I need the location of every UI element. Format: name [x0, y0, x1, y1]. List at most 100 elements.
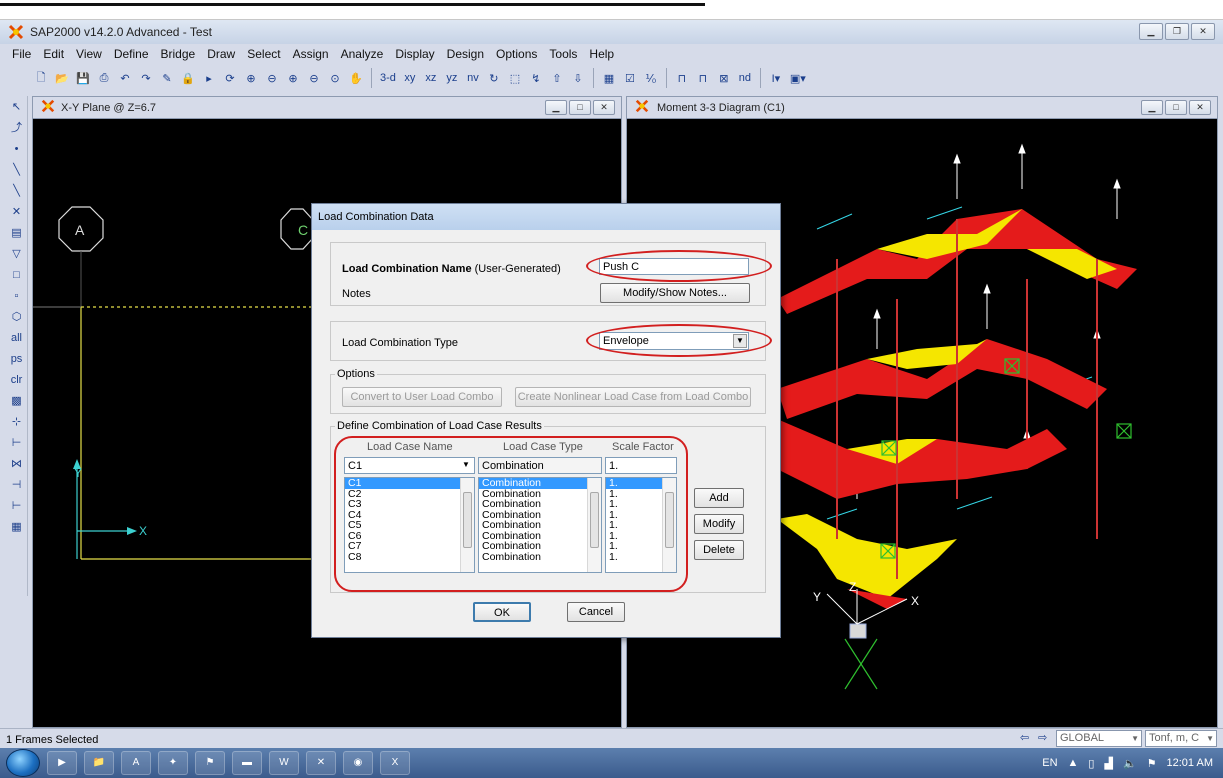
left-vp-minimize-button[interactable]: ▁: [545, 100, 567, 115]
coordinate-system-select[interactable]: GLOBAL ▼: [1056, 730, 1142, 747]
down-arrow-icon[interactable]: ⇩: [569, 68, 587, 88]
save-icon[interactable]: 💾: [74, 68, 92, 88]
battery-icon[interactable]: ▯: [1088, 757, 1094, 770]
menu-draw[interactable]: Draw: [201, 47, 241, 61]
zoom-restore-icon[interactable]: ⊖: [263, 68, 281, 88]
load-case-dropdown-icon[interactable]: ▼: [459, 459, 473, 473]
cancel-button[interactable]: Cancel: [567, 602, 625, 622]
app-icon-1[interactable]: A: [121, 751, 151, 775]
clear-selection-icon[interactable]: clr: [8, 371, 26, 389]
redo-icon[interactable]: ↷: [137, 68, 155, 88]
load-case-name-list[interactable]: C1 C2 C3 C4 C5 C6 C7 C8: [344, 477, 475, 573]
list-item[interactable]: C1: [345, 478, 474, 489]
list-item[interactable]: Combination: [479, 541, 601, 552]
menu-select[interactable]: Select: [241, 47, 286, 61]
list-scrollbar[interactable]: [587, 478, 601, 572]
right-vp-close-button[interactable]: ✕: [1189, 100, 1211, 115]
list-item[interactable]: Combination: [479, 520, 601, 531]
snap-end-icon[interactable]: ⊢: [8, 434, 26, 452]
menu-help[interactable]: Help: [583, 47, 620, 61]
app-icon-3[interactable]: ▬: [232, 751, 262, 775]
list-item[interactable]: Combination: [479, 551, 601, 563]
list-item[interactable]: C2: [345, 488, 474, 500]
zoom-out-icon[interactable]: ⊖: [305, 68, 323, 88]
quick-frame-icon[interactable]: ╲: [8, 182, 26, 200]
combination-name-input[interactable]: Push C: [599, 258, 749, 275]
rotate-icon[interactable]: ↻: [485, 68, 503, 88]
sap2000-task-icon[interactable]: ✕: [306, 751, 336, 775]
menu-bridge[interactable]: Bridge: [155, 47, 202, 61]
menu-analyze[interactable]: Analyze: [335, 47, 390, 61]
left-vp-close-button[interactable]: ✕: [593, 100, 615, 115]
load-case-type-list[interactable]: Combination Combination Combination Comb…: [478, 477, 602, 573]
coord-dropdown-icon[interactable]: ▼: [1131, 731, 1139, 746]
zoom-in-icon[interactable]: ⊕: [284, 68, 302, 88]
ok-button[interactable]: OK: [473, 602, 531, 622]
check-icon[interactable]: ☑: [621, 68, 639, 88]
scale-factor-input[interactable]: 1.: [605, 457, 677, 474]
list-item[interactable]: Combination: [479, 478, 601, 489]
create-nonlinear-case-button[interactable]: Create Nonlinear Load Case from Load Com…: [515, 387, 751, 407]
snap-mid-icon[interactable]: ⋈: [8, 455, 26, 473]
view-xz-button[interactable]: xz: [422, 68, 440, 88]
arrow-right-icon[interactable]: ⇨: [1038, 731, 1047, 744]
menu-view[interactable]: View: [70, 47, 108, 61]
snap-line-icon[interactable]: ⊢: [8, 497, 26, 515]
pdf-icon[interactable]: ⚑: [195, 751, 225, 775]
load-case-name-select[interactable]: C1 ▼: [344, 457, 475, 474]
grid-icon[interactable]: ▤: [8, 224, 26, 242]
list-item[interactable]: C8: [345, 551, 474, 563]
list-item[interactable]: C6: [345, 530, 474, 542]
right-vp-minimize-button[interactable]: ▁: [1141, 100, 1163, 115]
right-vp-maximize-button[interactable]: □: [1165, 100, 1187, 115]
pointer-icon[interactable]: ↖: [8, 98, 26, 116]
snap-grid-icon[interactable]: ▦: [8, 518, 26, 536]
rect-area-icon[interactable]: □: [8, 266, 26, 284]
undo-icon[interactable]: ↶: [116, 68, 134, 88]
perspective-icon[interactable]: ⬚: [506, 68, 524, 88]
shrink-icon[interactable]: ↯: [527, 68, 545, 88]
modify-button[interactable]: Modify: [694, 514, 744, 534]
up-arrow-icon[interactable]: ⇧: [548, 68, 566, 88]
units-select[interactable]: Tonf, m, C ▼: [1145, 730, 1217, 747]
menu-edit[interactable]: Edit: [37, 47, 70, 61]
arrow-left-icon[interactable]: ⇦: [1020, 731, 1029, 744]
add-button[interactable]: Add: [694, 488, 744, 508]
flag-icon[interactable]: ⚑: [1147, 757, 1157, 770]
close-button[interactable]: ✕: [1191, 23, 1215, 40]
truss-icon[interactable]: ⊠: [715, 68, 733, 88]
select-all-icon[interactable]: all: [8, 329, 26, 347]
pan-icon[interactable]: ✋: [347, 68, 365, 88]
zoom-all-icon[interactable]: ⊙: [326, 68, 344, 88]
app-icon-2[interactable]: ✦: [158, 751, 188, 775]
frame-icon[interactable]: ⊓: [673, 68, 691, 88]
quick-area-icon[interactable]: ▫: [8, 287, 26, 305]
convert-to-user-combo-button[interactable]: Convert to User Load Combo: [342, 387, 502, 407]
print-icon[interactable]: ⎙: [95, 68, 113, 88]
list-item[interactable]: C5: [345, 520, 474, 531]
start-button[interactable]: [6, 749, 40, 777]
menu-file[interactable]: File: [6, 47, 37, 61]
previous-selection-icon[interactable]: ps: [8, 350, 26, 368]
menu-define[interactable]: Define: [108, 47, 155, 61]
list-scrollbar[interactable]: [460, 478, 474, 572]
excel-icon[interactable]: X: [380, 751, 410, 775]
lock-icon[interactable]: 🔒: [179, 68, 197, 88]
units-dropdown-icon[interactable]: ▼: [1206, 731, 1214, 746]
zoom-window-icon[interactable]: ⊕: [242, 68, 260, 88]
pencil-icon[interactable]: ✎: [158, 68, 176, 88]
area-icon[interactable]: ▽: [8, 245, 26, 263]
word-icon[interactable]: W: [269, 751, 299, 775]
delete-button[interactable]: Delete: [694, 540, 744, 560]
menu-tools[interactable]: Tools: [543, 47, 583, 61]
restore-button[interactable]: ❐: [1165, 23, 1189, 40]
run-analysis-icon[interactable]: ▸: [200, 68, 218, 88]
scale-factor-list[interactable]: 1. 1. 1. 1. 1. 1. 1. 1.: [605, 477, 677, 573]
list-item[interactable]: C4: [345, 509, 474, 521]
snap-icon[interactable]: ⊹: [8, 413, 26, 431]
view-3d-button[interactable]: 3-d: [378, 68, 398, 88]
solid-icon[interactable]: ⬡: [8, 308, 26, 326]
frame-section-icon[interactable]: ⊓: [694, 68, 712, 88]
left-vp-maximize-button[interactable]: □: [569, 100, 591, 115]
media-player-icon[interactable]: ▶: [47, 751, 77, 775]
